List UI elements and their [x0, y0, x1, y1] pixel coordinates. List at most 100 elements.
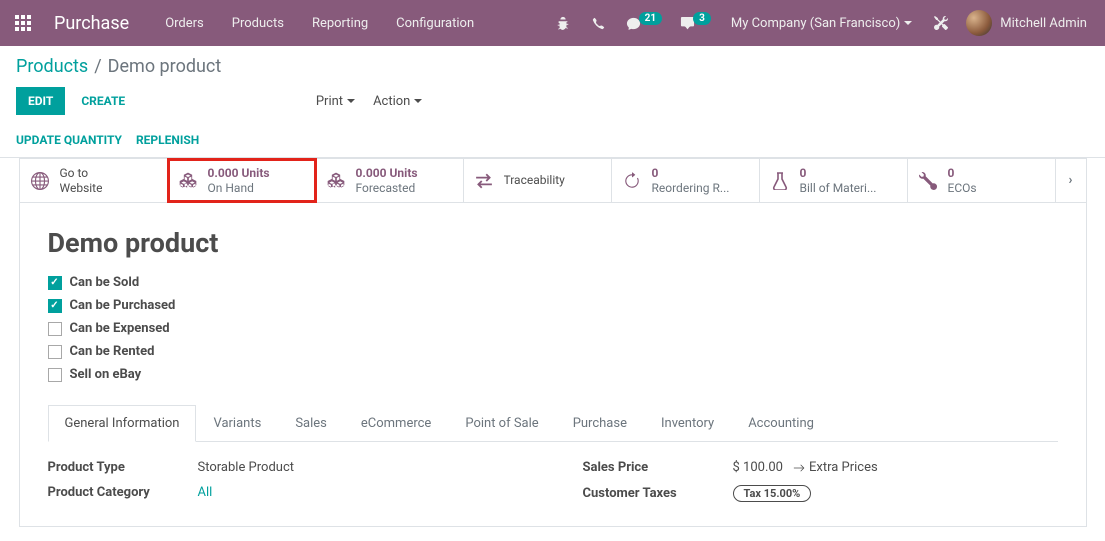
- stat-value: 0: [800, 166, 877, 180]
- stat-ecos[interactable]: 0 ECOs: [908, 159, 1056, 202]
- check-label: Can be Expensed: [70, 321, 170, 336]
- checkbox-icon: [48, 299, 62, 313]
- activities-badge: 3: [693, 12, 711, 25]
- check-label: Can be Rented: [70, 344, 155, 359]
- company-switcher[interactable]: My Company (San Francisco): [721, 0, 922, 46]
- cubes-icon: [178, 171, 198, 191]
- wrench-icon: [918, 172, 938, 190]
- label-sales-price: Sales Price: [583, 460, 733, 475]
- tab-point-of-sale[interactable]: Point of Sale: [448, 405, 555, 442]
- checkbox-icon: [48, 322, 62, 336]
- replenish-button[interactable]: REPLENISH: [136, 133, 199, 147]
- stat-traceability[interactable]: Traceability: [464, 159, 612, 202]
- exchange-icon: [474, 172, 494, 190]
- stat-reordering-rules[interactable]: 0 Reordering R...: [612, 159, 760, 202]
- stat-value: 0: [948, 166, 977, 180]
- activities-icon[interactable]: 3: [672, 0, 719, 46]
- flask-icon: [770, 172, 790, 190]
- menu-reporting[interactable]: Reporting: [300, 0, 380, 46]
- stat-value: 0: [652, 166, 730, 180]
- value-product-category[interactable]: All: [198, 485, 213, 500]
- label-product-type: Product Type: [48, 460, 198, 475]
- tab-variants[interactable]: Variants: [196, 405, 278, 442]
- product-options: Can be Sold Can be Purchased Can be Expe…: [48, 275, 1058, 382]
- stat-more-button[interactable]: ›: [1056, 159, 1086, 202]
- breadcrumb: Products/Demo product: [16, 56, 1089, 77]
- stat-buttons: Go to Website 0.000 Units On Hand 0.: [19, 158, 1087, 202]
- breadcrumb-root[interactable]: Products: [16, 56, 88, 77]
- value-product-type: Storable Product: [198, 460, 295, 475]
- messaging-icon[interactable]: 21: [618, 0, 670, 46]
- user-menu[interactable]: Mitchell Admin: [960, 0, 1097, 46]
- value-sales-price: $ 100.00: [733, 460, 784, 475]
- stat-line1: Go to: [60, 166, 103, 180]
- extra-prices-link[interactable]: Extra Prices: [793, 460, 878, 475]
- stat-value: 0.000 Units: [208, 166, 270, 180]
- check-can-be-expensed[interactable]: Can be Expensed: [48, 321, 1058, 336]
- check-can-be-sold[interactable]: Can be Sold: [48, 275, 1058, 290]
- breadcrumb-current: Demo product: [108, 56, 222, 77]
- stat-value: 0.000 Units: [356, 166, 418, 180]
- label-customer-taxes: Customer Taxes: [583, 486, 733, 501]
- label-product-category: Product Category: [48, 485, 198, 500]
- navbar-right: 21 3 My Company (San Francisco) Mitchell…: [546, 0, 1097, 46]
- phone-icon[interactable]: [582, 0, 616, 46]
- stat-label: ECOs: [948, 181, 977, 195]
- action-dropdown[interactable]: Action: [373, 94, 422, 109]
- check-can-be-purchased[interactable]: Can be Purchased: [48, 298, 1058, 313]
- debug-icon[interactable]: [546, 0, 580, 46]
- refresh-icon: [622, 172, 642, 190]
- tab-accounting[interactable]: Accounting: [731, 405, 831, 442]
- form-sheet: Demo product Can be Sold Can be Purchase…: [19, 202, 1087, 527]
- caret-down-icon: [414, 99, 422, 103]
- avatar: [966, 10, 992, 36]
- stat-label: Bill of Materi...: [800, 181, 877, 195]
- product-title: Demo product: [48, 227, 1058, 259]
- tax-tag[interactable]: Tax 15.00%: [733, 485, 812, 502]
- tab-bar: General Information Variants Sales eComm…: [48, 404, 1058, 442]
- stat-label: Traceability: [504, 173, 565, 187]
- check-label: Can be Sold: [70, 275, 140, 290]
- caret-down-icon: [904, 21, 912, 25]
- caret-down-icon: [347, 99, 355, 103]
- checkbox-icon: [48, 345, 62, 359]
- tab-sales[interactable]: Sales: [278, 405, 344, 442]
- tab-general-information[interactable]: General Information: [48, 405, 197, 442]
- control-panel: Products/Demo product EDIT CREATE Print …: [0, 46, 1105, 158]
- main-menu: Orders Products Reporting Configuration: [153, 0, 486, 46]
- stat-line2: Website: [60, 181, 103, 195]
- stat-label: Reordering R...: [652, 181, 730, 195]
- stat-go-to-website[interactable]: Go to Website: [20, 159, 168, 202]
- stat-on-hand[interactable]: 0.000 Units On Hand: [168, 159, 316, 202]
- user-name: Mitchell Admin: [1000, 16, 1087, 31]
- print-dropdown[interactable]: Print: [316, 94, 355, 109]
- messaging-badge: 21: [639, 12, 662, 25]
- stat-label: On Hand: [208, 181, 270, 195]
- edit-button[interactable]: EDIT: [16, 87, 65, 115]
- stat-forecasted[interactable]: 0.000 Units Forecasted: [316, 159, 464, 202]
- app-brand[interactable]: Purchase: [46, 13, 153, 34]
- arrow-right-icon: [793, 462, 805, 474]
- checkbox-icon: [48, 276, 62, 290]
- menu-products[interactable]: Products: [220, 0, 296, 46]
- create-button[interactable]: CREATE: [77, 88, 129, 114]
- cubes-icon: [326, 171, 346, 191]
- tools-icon[interactable]: [924, 0, 958, 46]
- menu-configuration[interactable]: Configuration: [384, 0, 486, 46]
- check-label: Can be Purchased: [70, 298, 176, 313]
- check-label: Sell on eBay: [70, 367, 142, 382]
- stat-label: Forecasted: [356, 181, 418, 195]
- checkbox-icon: [48, 368, 62, 382]
- form-body: Product Type Storable Product Product Ca…: [48, 460, 1058, 502]
- globe-icon: [30, 172, 50, 190]
- check-can-be-rented[interactable]: Can be Rented: [48, 344, 1058, 359]
- apps-icon[interactable]: [0, 0, 46, 46]
- stat-bill-of-materials[interactable]: 0 Bill of Materi...: [760, 159, 908, 202]
- tab-inventory[interactable]: Inventory: [644, 405, 731, 442]
- check-sell-on-ebay[interactable]: Sell on eBay: [48, 367, 1058, 382]
- update-quantity-button[interactable]: UPDATE QUANTITY: [16, 133, 122, 147]
- tab-ecommerce[interactable]: eCommerce: [344, 405, 448, 442]
- menu-orders[interactable]: Orders: [153, 0, 216, 46]
- top-navbar: Purchase Orders Products Reporting Confi…: [0, 0, 1105, 46]
- tab-purchase[interactable]: Purchase: [556, 405, 644, 442]
